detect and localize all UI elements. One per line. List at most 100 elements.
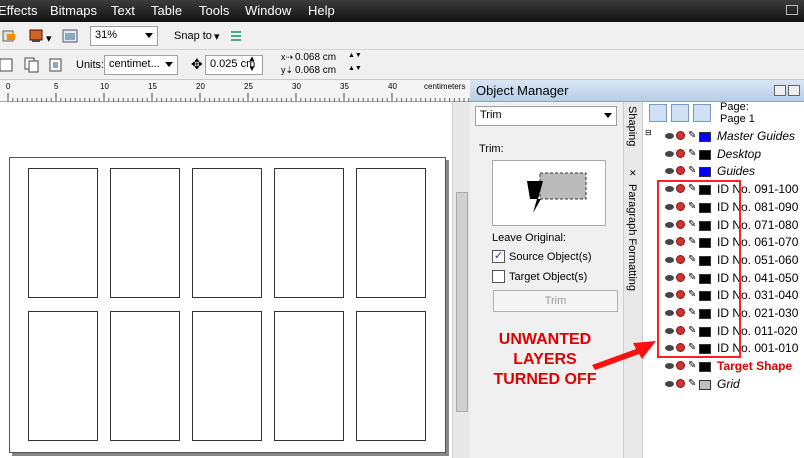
layer-row[interactable]: ✎ Grid <box>643 376 804 394</box>
visibility-eye-icon[interactable] <box>665 380 674 387</box>
scrollbar-thumb[interactable] <box>456 192 468 412</box>
spin-up-icon[interactable]: ▲ <box>248 54 256 63</box>
ruler-label: 15 <box>148 82 157 91</box>
layer-name[interactable]: Target Shape <box>717 359 792 373</box>
close-docker-icon[interactable] <box>788 85 800 96</box>
menu-help[interactable]: Help <box>308 3 335 18</box>
property-bar: Units: centimet... ✥ 0.025 cm ▲ ▼ x⇢ 0.0… <box>0 50 804 80</box>
docker-title-bar: Object Manager <box>470 80 804 102</box>
menu-bitmaps[interactable]: Bitmaps <box>50 3 97 18</box>
current-page-icon[interactable] <box>24 57 40 73</box>
menu-effects[interactable]: Effects <box>0 3 38 18</box>
printer-icon[interactable] <box>676 166 685 176</box>
source-objects-checkbox[interactable]: ✓ <box>492 250 505 263</box>
restore-window-icon[interactable] <box>786 5 798 15</box>
pencil-icon[interactable]: ✎ <box>688 165 696 176</box>
standard-toolbar: ▾ 31% Snap to ▾ <box>0 22 804 50</box>
zoom-level-combo[interactable]: 31% <box>90 26 158 46</box>
duplicate-y-input[interactable]: 0.068 cm <box>292 65 352 78</box>
layer-color-swatch[interactable] <box>699 379 711 390</box>
id-card-rectangle[interactable] <box>28 168 98 298</box>
tab-shaping[interactable]: Shaping <box>626 106 638 146</box>
visibility-eye-icon[interactable] <box>665 168 674 175</box>
layer-color-swatch[interactable] <box>699 167 711 178</box>
tab-shaping-label: Shaping <box>626 106 638 147</box>
target-objects-checkbox[interactable] <box>492 270 505 283</box>
chevron-down-icon[interactable]: ▾ <box>214 30 220 43</box>
shaping-mode-select[interactable]: Trim <box>475 106 617 126</box>
layer-name[interactable]: Master Guides <box>717 129 795 143</box>
pencil-icon[interactable]: ✎ <box>688 360 696 371</box>
tab-close-icon[interactable]: ✕ <box>629 168 637 179</box>
units-combo[interactable]: centimet... <box>104 55 178 75</box>
horizontal-ruler[interactable]: 0 5 10 15 20 25 30 35 40 centimeters <box>0 80 470 102</box>
id-card-rectangle[interactable] <box>110 168 180 298</box>
chevron-down-icon[interactable]: ▾ <box>46 32 52 45</box>
menu-window[interactable]: Window <box>245 3 291 18</box>
ruler-label: 10 <box>100 82 109 91</box>
id-card-rectangle[interactable] <box>192 168 262 298</box>
trim-label: Trim: <box>479 143 504 155</box>
menu-table[interactable]: Table <box>151 3 182 18</box>
tab-paragraph-formatting[interactable]: Paragraph Formatting <box>626 184 638 291</box>
ruler-label: 30 <box>292 82 301 91</box>
all-pages-icon[interactable] <box>48 57 64 73</box>
id-card-rectangle[interactable] <box>274 168 344 298</box>
ruler-label: 35 <box>340 82 349 91</box>
options-icon[interactable] <box>228 28 244 44</box>
id-card-rectangle[interactable] <box>274 311 344 441</box>
shaping-mode-value: Trim <box>480 109 502 121</box>
visibility-eye-icon[interactable] <box>665 363 674 370</box>
id-card-rectangle[interactable] <box>110 311 180 441</box>
id-card-rectangle[interactable] <box>356 168 426 298</box>
printer-icon[interactable] <box>676 131 685 140</box>
pencil-icon[interactable]: ✎ <box>688 148 696 159</box>
drawing-page[interactable] <box>9 157 446 453</box>
spin-down-icon[interactable]: ▼ <box>248 64 256 73</box>
ruler-label: 0 <box>6 82 11 91</box>
layer-row[interactable]: ✎ Guides <box>643 163 804 181</box>
trim-preview-graphic <box>527 172 587 213</box>
visibility-eye-icon[interactable] <box>665 150 674 157</box>
publish-icon[interactable] <box>2 28 18 44</box>
units-label: Units: <box>76 59 105 71</box>
layer-manager-view-icon[interactable] <box>693 104 711 122</box>
menu-text[interactable]: Text <box>111 3 135 18</box>
printer-icon[interactable] <box>676 361 685 371</box>
layer-row[interactable]: ✎ Master Guides <box>643 128 804 146</box>
layer-color-swatch[interactable] <box>699 132 711 142</box>
trim-button[interactable]: Trim <box>493 290 618 312</box>
show-properties-icon[interactable] <box>649 104 667 122</box>
edit-across-layers-icon[interactable] <box>671 104 689 122</box>
welcome-screen-icon[interactable] <box>62 28 78 44</box>
application-launcher-icon[interactable] <box>28 28 44 44</box>
page-value[interactable]: Page 1 <box>720 113 755 125</box>
vertical-scrollbar[interactable] <box>452 102 470 458</box>
pencil-icon[interactable]: ✎ <box>688 130 696 141</box>
duplicate-x-input[interactable]: 0.068 cm <box>292 52 352 65</box>
id-card-rectangle[interactable] <box>192 311 262 441</box>
pencil-icon[interactable]: ✎ <box>688 378 696 389</box>
id-card-rectangle[interactable] <box>356 311 426 441</box>
layer-color-swatch[interactable] <box>699 362 711 373</box>
chevron-down-icon <box>165 62 173 67</box>
layer-row[interactable]: ✎ Desktop <box>643 146 804 164</box>
tab-paragraph-label: Paragraph Formatting <box>626 184 638 291</box>
spin-up-icon[interactable]: ▲▼ <box>348 52 362 59</box>
minimize-docker-icon[interactable] <box>774 85 786 96</box>
leave-original-label: Leave Original: <box>492 232 566 244</box>
spin-down-icon[interactable]: ▲▼ <box>348 65 362 72</box>
layer-row[interactable]: ✎ Target Shape <box>643 358 804 376</box>
printer-icon[interactable] <box>676 148 685 158</box>
layer-color-swatch[interactable] <box>699 149 711 160</box>
annotation-arrow <box>592 341 656 370</box>
menu-tools[interactable]: Tools <box>199 3 229 18</box>
layer-name[interactable]: Desktop <box>717 147 761 161</box>
layer-name[interactable]: Grid <box>717 377 740 391</box>
snap-to-button[interactable]: Snap to <box>174 30 212 42</box>
id-card-rectangle[interactable] <box>28 311 98 441</box>
layer-name[interactable]: Guides <box>717 164 755 178</box>
visibility-eye-icon[interactable] <box>665 133 674 139</box>
printer-icon[interactable] <box>676 378 685 388</box>
page-size-icon[interactable] <box>0 57 16 73</box>
